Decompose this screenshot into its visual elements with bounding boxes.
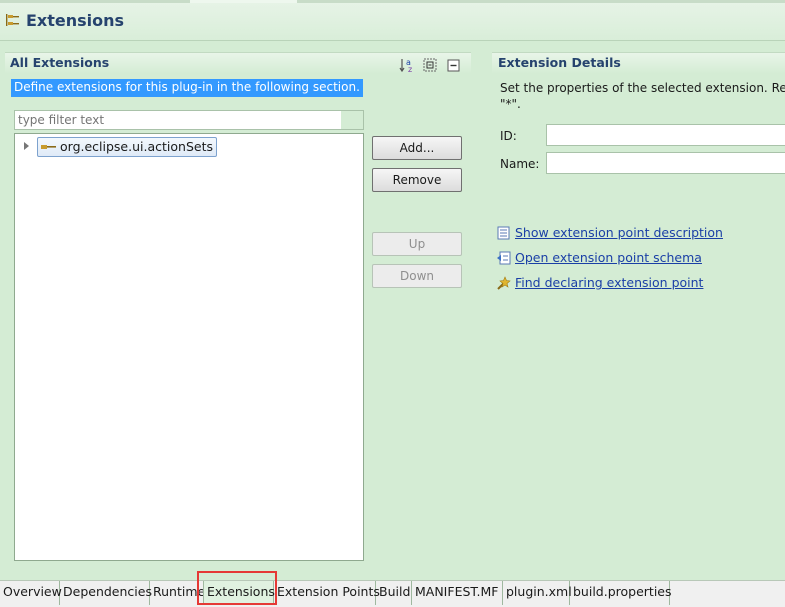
- show-extension-point-description-link[interactable]: Show extension point description: [515, 225, 723, 240]
- find-icon: [497, 276, 511, 290]
- tab-runtime[interactable]: Runtime: [150, 581, 204, 605]
- extensions-tree[interactable]: org.eclipse.ui.actionSets: [14, 133, 364, 561]
- find-declaring-extension-point-link[interactable]: Find declaring extension point: [515, 275, 703, 290]
- all-extensions-description: Define extensions for this plug-in in th…: [11, 79, 363, 97]
- tab-extension-points[interactable]: Extension Points: [274, 581, 380, 605]
- tree-item-action-sets[interactable]: org.eclipse.ui.actionSets: [37, 137, 217, 157]
- up-button[interactable]: Up: [372, 232, 462, 256]
- tab-build-properties[interactable]: build.properties: [570, 581, 672, 605]
- filter-input[interactable]: [14, 110, 364, 130]
- extensions-icon: [6, 14, 19, 26]
- page-title: Extensions: [26, 11, 125, 30]
- tab-plugin-xml[interactable]: plugin.xml: [503, 581, 572, 605]
- remove-button[interactable]: Remove: [372, 168, 462, 192]
- description-icon: [497, 226, 510, 240]
- schema-icon: [497, 251, 511, 265]
- active-tab-highlight: [197, 571, 277, 605]
- tab-dependencies[interactable]: Dependencies: [60, 581, 152, 605]
- extension-details-title: Extension Details: [498, 55, 621, 70]
- down-button[interactable]: Down: [372, 264, 462, 288]
- minimize-icon[interactable]: [446, 58, 462, 74]
- all-extensions-title: All Extensions: [10, 55, 110, 70]
- extension-details-description-line1: Set the properties of the selected exten…: [500, 81, 785, 95]
- id-label: ID:: [500, 129, 517, 143]
- add-button[interactable]: Add...: [372, 136, 462, 160]
- extension-details-description-line2: "*".: [500, 97, 521, 111]
- svg-text:z: z: [408, 65, 412, 73]
- name-field[interactable]: [546, 152, 785, 174]
- open-extension-point-schema-link[interactable]: Open extension point schema: [515, 250, 702, 265]
- tree-item-label: org.eclipse.ui.actionSets: [60, 139, 213, 154]
- collapse-all-icon[interactable]: [422, 57, 438, 73]
- page-header: Extensions: [0, 3, 785, 41]
- plug-icon: [41, 145, 56, 149]
- filter-clear-area: [341, 111, 363, 129]
- id-field[interactable]: [546, 124, 785, 146]
- tab-overview[interactable]: Overview: [0, 581, 62, 605]
- tree-expander-icon[interactable]: [24, 142, 29, 150]
- editor-bottom-tabs: Overview Dependencies Runtime Extensions…: [0, 580, 785, 607]
- name-label: Name:: [500, 157, 540, 171]
- tab-manifest-mf[interactable]: MANIFEST.MF: [412, 581, 503, 605]
- extension-details-description: Set the properties of the selected exten…: [500, 80, 785, 112]
- sort-az-icon[interactable]: a z: [399, 57, 415, 73]
- tab-build[interactable]: Build: [376, 581, 412, 605]
